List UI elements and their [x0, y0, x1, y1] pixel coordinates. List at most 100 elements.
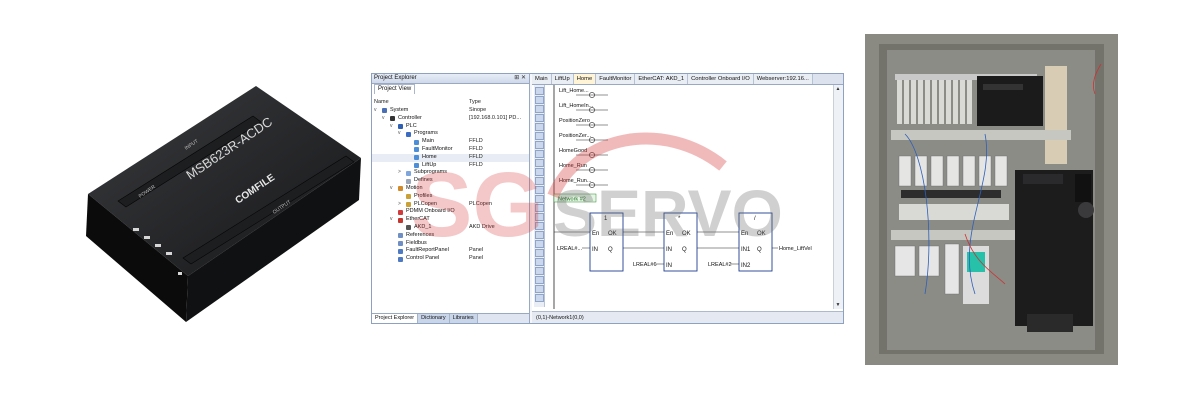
tab-onboard-io[interactable]: Controller Onboard I/O	[688, 74, 754, 84]
tree-item-home[interactable]: Home FFLD	[372, 153, 529, 162]
coil-3[interactable]: PositionZero	[559, 118, 608, 128]
coil-4[interactable]: PositionZer...	[559, 133, 608, 143]
var-output[interactable]: Home_LiftVel	[779, 246, 812, 252]
tool-button[interactable]	[535, 267, 544, 275]
tool-button[interactable]	[535, 240, 544, 248]
tree-item-references[interactable]: References	[372, 232, 529, 240]
tab-faultmonitor[interactable]: FaultMonitor	[596, 74, 636, 84]
col-name-header[interactable]: Name	[374, 98, 389, 106]
var-input-2[interactable]: LREAL#6	[633, 262, 657, 268]
tool-button[interactable]	[535, 249, 544, 257]
tool-button[interactable]	[535, 177, 544, 185]
tab-project-view[interactable]: Project View	[374, 84, 416, 94]
plc-module-photo: COMFILE MSB623R-ACDC OUTPUT INPUT POWER	[86, 86, 361, 322]
coil-6[interactable]: Home_Run	[559, 163, 608, 173]
function-block-2[interactable]: * En OK IN Q IN	[663, 212, 698, 272]
tool-button[interactable]	[535, 132, 544, 140]
project-explorer-title: Project Explorer ⊞ ✕	[372, 74, 529, 84]
tree-item-plc[interactable]: v PLC	[372, 123, 529, 131]
tool-button[interactable]	[535, 96, 544, 104]
panel-close-icon[interactable]: ⊞ ✕	[514, 74, 526, 83]
tool-button[interactable]	[535, 204, 544, 212]
var-input-3[interactable]: LREAL#2	[708, 262, 732, 268]
svg-text:Q: Q	[757, 247, 762, 253]
tool-button[interactable]	[535, 123, 544, 131]
panel-icon	[398, 248, 403, 254]
svg-text:PositionZero: PositionZero	[559, 118, 590, 124]
tool-button[interactable]	[535, 231, 544, 239]
motion-icon	[398, 186, 403, 192]
svg-text:En: En	[741, 231, 748, 237]
tool-button[interactable]	[535, 222, 544, 230]
network-label: Network #2	[558, 197, 586, 203]
tool-button[interactable]	[535, 159, 544, 167]
tree-item-main[interactable]: Main FFLD	[372, 138, 529, 146]
tool-button[interactable]	[535, 294, 544, 302]
tool-button[interactable]	[535, 87, 544, 95]
tree-item-fieldbus[interactable]: Fieldbus	[372, 240, 529, 248]
tree-item-faultmonitor[interactable]: FaultMonitor FFLD	[372, 146, 529, 154]
scroll-down-icon[interactable]: ▼	[835, 302, 841, 308]
tree-item-pdmm-io[interactable]: PDMM Onboard I/O	[372, 208, 529, 216]
project-view-tabbar: Project View	[372, 84, 529, 94]
coil-7[interactable]: Home_Run...	[559, 178, 608, 188]
function-block-3[interactable]: / En OK IN1 Q IN2	[738, 212, 773, 272]
tool-button[interactable]	[535, 141, 544, 149]
control-cabinet-photo	[865, 34, 1118, 365]
project-tree: v System Sinope v Controller [192.168.0.101]…	[372, 107, 529, 263]
tree-item-programs[interactable]: v Programs	[372, 130, 529, 138]
tree-item-liftup[interactable]: LiftUp FFLD	[372, 162, 529, 170]
var-input-1[interactable]: LREAL#...	[557, 246, 583, 252]
tool-button[interactable]	[535, 195, 544, 203]
svg-text:IN2: IN2	[741, 263, 751, 269]
program-icon	[414, 147, 419, 153]
ladder-diagram[interactable]: Lift_Home... Lift_HomeIn... PositionZero…	[532, 85, 828, 309]
tool-button[interactable]	[535, 150, 544, 158]
tree-item-system[interactable]: v System Sinope	[372, 107, 529, 115]
svg-text:Lift_Home...: Lift_Home...	[559, 88, 589, 94]
tool-button[interactable]	[535, 105, 544, 113]
tree-item-subprograms[interactable]: > Subprograms	[372, 169, 529, 177]
tab-home[interactable]: Home	[573, 74, 597, 84]
tree-item-motion[interactable]: v Motion	[372, 185, 529, 193]
tool-button[interactable]	[535, 114, 544, 122]
ethercat-icon	[398, 217, 403, 223]
references-icon	[398, 233, 403, 239]
profiles-icon	[406, 194, 411, 200]
coil-5[interactable]: HomeGood	[559, 148, 608, 158]
scroll-up-icon[interactable]: ▲	[835, 86, 841, 92]
tab-project-explorer[interactable]: Project Explorer	[372, 314, 419, 323]
tool-button[interactable]	[535, 168, 544, 176]
tool-button[interactable]	[535, 276, 544, 284]
tree-item-ethercat[interactable]: v EtherCAT	[372, 216, 529, 224]
tab-libraries[interactable]: Libraries	[449, 314, 478, 323]
coil-1[interactable]: Lift_Home...	[559, 88, 608, 98]
tab-ethercat-akd1[interactable]: EtherCAT: AKD_1	[635, 74, 689, 84]
tree-item-defines[interactable]: Defines	[372, 177, 529, 185]
tool-button[interactable]	[535, 285, 544, 293]
tool-button[interactable]	[535, 186, 544, 194]
fieldbus-icon	[398, 240, 403, 246]
tree-item-controlpanel[interactable]: Control Panel Panel	[372, 255, 529, 263]
svg-text:OK: OK	[757, 231, 766, 237]
tab-dictionary[interactable]: Dictionary	[418, 314, 450, 323]
svg-text:Q: Q	[682, 247, 687, 253]
vertical-scrollbar[interactable]: ▲ ▼	[833, 85, 843, 309]
tree-item-faultreportpanel[interactable]: FaultReportPanel Panel	[372, 247, 529, 255]
tree-item-profiles[interactable]: Profiles	[372, 193, 529, 201]
tree-item-controller[interactable]: v Controller [192.168.0.101] PD...	[372, 115, 529, 123]
col-type-header[interactable]: Type	[469, 98, 481, 106]
tab-liftup[interactable]: LiftUp	[551, 74, 574, 84]
tool-button[interactable]	[535, 213, 544, 221]
svg-text:IN1: IN1	[741, 247, 751, 253]
tool-button[interactable]	[535, 258, 544, 266]
plcopen-icon	[406, 201, 411, 207]
folder-icon	[406, 131, 411, 137]
coil-2[interactable]: Lift_HomeIn...	[559, 103, 608, 113]
svg-text:IN: IN	[666, 247, 672, 253]
tab-main[interactable]: Main	[532, 74, 552, 84]
tree-item-akd1[interactable]: AKD_1 AKD Drive	[372, 224, 529, 232]
function-block-1[interactable]: 1 En OK IN Q	[589, 212, 624, 272]
tab-webserver[interactable]: Webserver:192.16...	[753, 74, 813, 84]
tree-item-plcopen[interactable]: > PLCopen PLCopen	[372, 201, 529, 209]
